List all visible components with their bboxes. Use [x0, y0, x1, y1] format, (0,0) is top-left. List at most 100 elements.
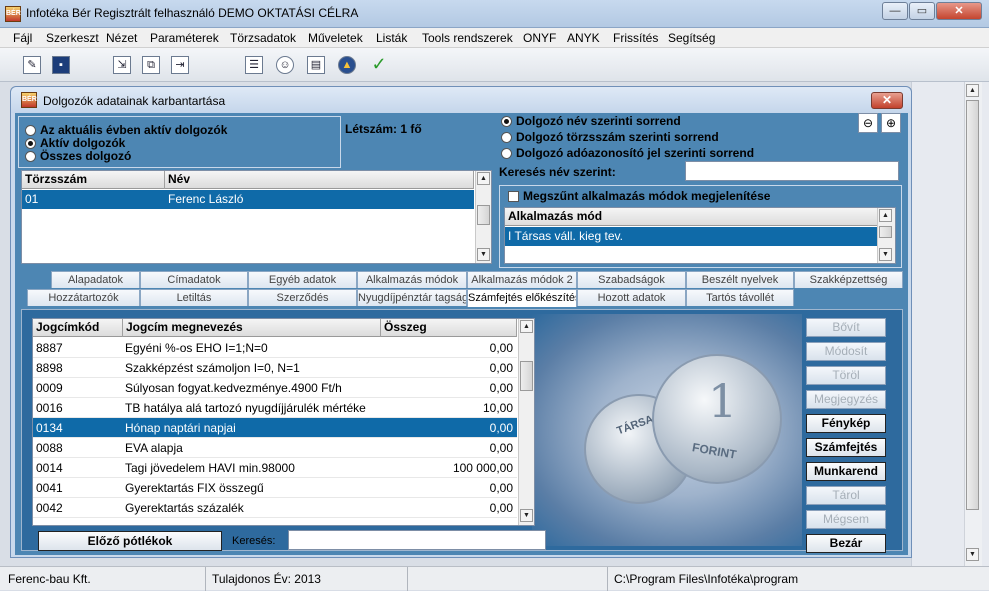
col-id-header[interactable]: Törzsszám: [22, 171, 165, 189]
scroll-thumb[interactable]: [966, 100, 979, 510]
search-input[interactable]: [288, 530, 546, 550]
scroll-thumb[interactable]: [520, 361, 533, 391]
tab-holidays[interactable]: Szabadságok: [577, 271, 686, 288]
menu-help[interactable]: Segítség: [668, 31, 715, 45]
document-icon[interactable]: ▤: [307, 56, 325, 74]
save-icon[interactable]: ▪: [52, 56, 70, 74]
export-icon[interactable]: ⇲: [113, 56, 131, 74]
photo-button[interactable]: Fénykép: [806, 414, 886, 433]
tab-seizure[interactable]: Letiltás: [140, 289, 248, 306]
col-amount-header[interactable]: Összeg: [381, 319, 517, 337]
menu-file[interactable]: Fájl: [13, 31, 32, 45]
employee-grid-scrollbar[interactable]: ▲ ▼: [475, 171, 491, 263]
modify-button[interactable]: Módosít: [806, 342, 886, 361]
dialog-close-button[interactable]: ✕: [871, 92, 903, 109]
cancel-button[interactable]: Mégsem: [806, 510, 886, 529]
menu-master-data[interactable]: Törzsadatok: [230, 31, 296, 45]
workspace-scrollbar[interactable]: ▲ ▼: [964, 82, 982, 566]
code-row[interactable]: 0016 TB hatálya alá tartozó nyugdíjjárulé…: [33, 398, 517, 418]
minimize-button[interactable]: —: [882, 2, 908, 20]
code-desc-cell: Szakképzést számoljon I=0, N=1: [125, 361, 300, 375]
code-amount-cell: 0,00: [489, 381, 513, 395]
sort-by-id[interactable]: Dolgozó törzsszám szerinti sorrend: [501, 130, 719, 144]
tab-basic-data[interactable]: Alapadatok: [51, 271, 140, 288]
col-code-header[interactable]: Jogcímkód: [33, 319, 123, 337]
menu-refresh[interactable]: Frissítés: [613, 31, 658, 45]
close-window-button[interactable]: ✕: [936, 2, 982, 20]
col-name-header[interactable]: Név: [165, 171, 474, 189]
employee-row[interactable]: 01 Ferenc László: [22, 190, 474, 209]
tab-qualifications[interactable]: Szakképzettség: [794, 271, 903, 288]
menu-lists[interactable]: Listák: [376, 31, 407, 45]
checkmark-icon[interactable]: ✓: [370, 55, 388, 74]
tab-addresses[interactable]: Címadatok: [140, 271, 248, 288]
edit-icon[interactable]: ✎: [23, 56, 41, 74]
work-schedule-button[interactable]: Munkarend: [806, 462, 886, 481]
menu-edit[interactable]: Szerkeszt: [46, 31, 99, 45]
tab-employment-modes-2[interactable]: Alkalmazás módok 2: [467, 271, 577, 288]
scroll-down-icon[interactable]: ▼: [966, 548, 979, 561]
note-button[interactable]: Megjegyzés: [806, 390, 886, 409]
tab-other-data[interactable]: Egyéb adatok: [248, 271, 357, 288]
scroll-down-icon[interactable]: ▼: [520, 509, 533, 522]
filter-option-all[interactable]: Összes dolgozó: [25, 149, 131, 163]
menu-view[interactable]: Nézet: [106, 31, 137, 45]
col-employment-header[interactable]: Alkalmazás mód: [505, 208, 877, 226]
add-button[interactable]: Bővít: [806, 318, 886, 337]
code-desc-cell: Gyerektartás százalék: [125, 501, 244, 515]
codes-grid-scrollbar[interactable]: ▲ ▼: [518, 319, 534, 525]
list-icon[interactable]: ☰: [245, 56, 263, 74]
code-row[interactable]: 0009 Súlyosan fogyat.kedvezménye.4900 Ft/…: [33, 378, 517, 398]
code-row[interactable]: 8898 Szakképzést számoljon I=0, N=1 0,00: [33, 358, 517, 378]
employment-row[interactable]: I Társas váll. kieg tev.: [505, 227, 877, 246]
filter-option-active[interactable]: Aktív dolgozók: [25, 136, 125, 150]
maximize-button[interactable]: ▭: [909, 2, 935, 20]
tab-payroll-prep[interactable]: Számfejtés előkészítés: [467, 289, 577, 307]
employment-grid-scrollbar[interactable]: ▲ ▼: [877, 208, 895, 263]
code-row[interactable]: 0088 EVA alapja 0,00: [33, 438, 517, 458]
menu-parameters[interactable]: Paraméterek: [150, 31, 219, 45]
code-row[interactable]: 8887 Egyéni %-os EHO I=1;N=0 0,00: [33, 338, 517, 358]
zoom-out-icon[interactable]: ⊖: [858, 113, 878, 133]
code-row[interactable]: 0014 Tagi jövedelem HAVI min.98000 100 000…: [33, 458, 517, 478]
zoom-in-icon[interactable]: ⊕: [881, 113, 901, 133]
scroll-up-icon[interactable]: ▲: [477, 172, 490, 185]
scroll-thumb[interactable]: [477, 205, 490, 225]
menu-tools[interactable]: Tools rendszerek: [422, 31, 513, 45]
previous-allowances-button[interactable]: Előző pótlékok: [38, 531, 222, 551]
tab-employment-modes[interactable]: Alkalmazás módok: [357, 271, 467, 288]
close-button[interactable]: Bezár: [806, 534, 886, 553]
scroll-up-icon[interactable]: ▲: [966, 84, 979, 97]
store-button[interactable]: Tárol: [806, 486, 886, 505]
tab-contract[interactable]: Szerződés: [248, 289, 357, 306]
tab-languages[interactable]: Beszélt nyelvek: [686, 271, 794, 288]
scroll-up-icon[interactable]: ▲: [879, 209, 892, 222]
show-terminated-checkbox[interactable]: Megszűnt alkalmazás módok megjelenítése: [508, 189, 770, 203]
delete-button[interactable]: Töröl: [806, 366, 886, 385]
sort-by-tax-id[interactable]: Dolgozó adóazonosító jel szerinti sorren…: [501, 146, 754, 160]
filter-option-active-year[interactable]: Az aktuális évben aktív dolgozók: [25, 123, 227, 137]
scroll-down-icon[interactable]: ▼: [477, 248, 490, 261]
tab-brought-data[interactable]: Hozott adatok: [577, 289, 686, 306]
code-row[interactable]: 0041 Gyerektartás FIX összegű 0,00: [33, 478, 517, 498]
code-row[interactable]: 0134 Hónap naptári napjai 0,00: [33, 418, 517, 438]
scroll-thumb[interactable]: [879, 226, 892, 238]
sort-by-name[interactable]: Dolgozó név szerinti sorrend: [501, 114, 681, 128]
menu-operations[interactable]: Műveletek: [308, 31, 363, 45]
scroll-up-icon[interactable]: ▲: [520, 320, 533, 333]
scroll-down-icon[interactable]: ▼: [879, 248, 892, 261]
menu-anyk[interactable]: ANYK: [567, 31, 600, 45]
code-row[interactable]: 0042 Gyerektartás százalék 0,00: [33, 498, 517, 518]
search-name-input[interactable]: [685, 161, 899, 181]
payroll-button[interactable]: Számfejtés: [806, 438, 886, 457]
person-icon[interactable]: ☺: [276, 56, 294, 74]
globe-icon[interactable]: ▲: [338, 56, 356, 74]
app-title-bar: BÉR Infotéka Bér Regisztrált felhasználó…: [0, 0, 989, 28]
exit-icon[interactable]: ⇥: [171, 56, 189, 74]
tab-long-absence[interactable]: Tartós távollét: [686, 289, 794, 306]
copy-icon[interactable]: ⧉: [142, 56, 160, 74]
tab-relatives[interactable]: Hozzátartozók: [27, 289, 140, 306]
tab-pension-fund[interactable]: Nyugdíjpénztár tagság: [357, 289, 467, 306]
col-desc-header[interactable]: Jogcím megnevezés: [123, 319, 381, 337]
menu-onyf[interactable]: ONYF: [523, 31, 556, 45]
